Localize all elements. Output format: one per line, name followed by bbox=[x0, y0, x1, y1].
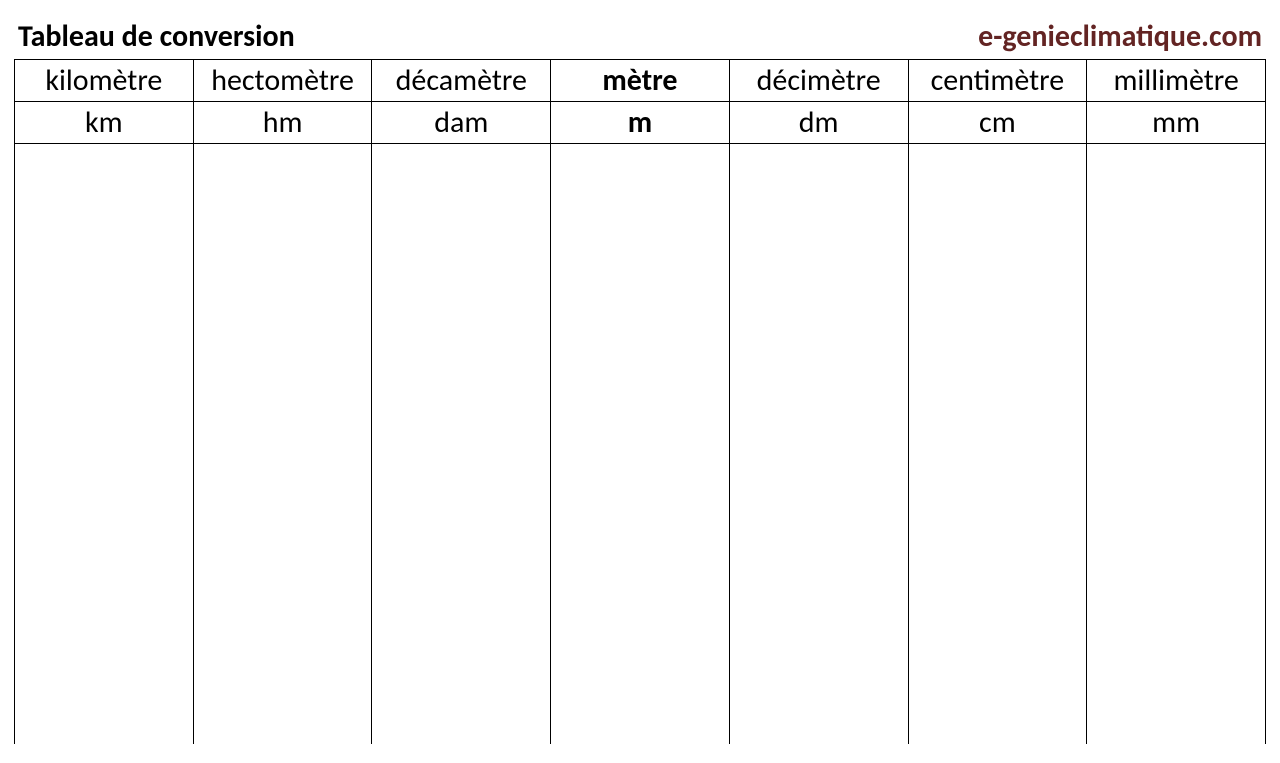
unit-name-cell: kilomètre bbox=[15, 60, 194, 102]
unit-name-row: kilomètre hectomètre décamètre mètre déc… bbox=[15, 60, 1266, 102]
unit-name-cell: centimètre bbox=[908, 60, 1087, 102]
empty-cell bbox=[193, 144, 372, 744]
unit-abbr-cell: mm bbox=[1087, 102, 1266, 144]
unit-name-cell: hectomètre bbox=[193, 60, 372, 102]
empty-cell bbox=[551, 144, 730, 744]
empty-cell bbox=[372, 144, 551, 744]
unit-abbr-cell: km bbox=[15, 102, 194, 144]
empty-cell bbox=[908, 144, 1087, 744]
page-title: Tableau de conversion bbox=[18, 18, 295, 55]
unit-abbr-cell: dm bbox=[729, 102, 908, 144]
empty-cell bbox=[1087, 144, 1266, 744]
unit-name-cell: mètre bbox=[551, 60, 730, 102]
unit-abbr-row: km hm dam m dm cm mm bbox=[15, 102, 1266, 144]
empty-cell bbox=[15, 144, 194, 744]
header: Tableau de conversion e-genieclimatique.… bbox=[14, 18, 1266, 55]
unit-abbr-cell: cm bbox=[908, 102, 1087, 144]
conversion-table: kilomètre hectomètre décamètre mètre déc… bbox=[14, 59, 1266, 744]
unit-abbr-cell: dam bbox=[372, 102, 551, 144]
page: Tableau de conversion e-genieclimatique.… bbox=[0, 0, 1280, 762]
empty-body-row bbox=[15, 144, 1266, 744]
brand-label: e-genieclimatique.com bbox=[978, 18, 1262, 55]
empty-cell bbox=[729, 144, 908, 744]
unit-abbr-cell: hm bbox=[193, 102, 372, 144]
unit-abbr-cell: m bbox=[551, 102, 730, 144]
unit-name-cell: décamètre bbox=[372, 60, 551, 102]
unit-name-cell: décimètre bbox=[729, 60, 908, 102]
unit-name-cell: millimètre bbox=[1087, 60, 1266, 102]
